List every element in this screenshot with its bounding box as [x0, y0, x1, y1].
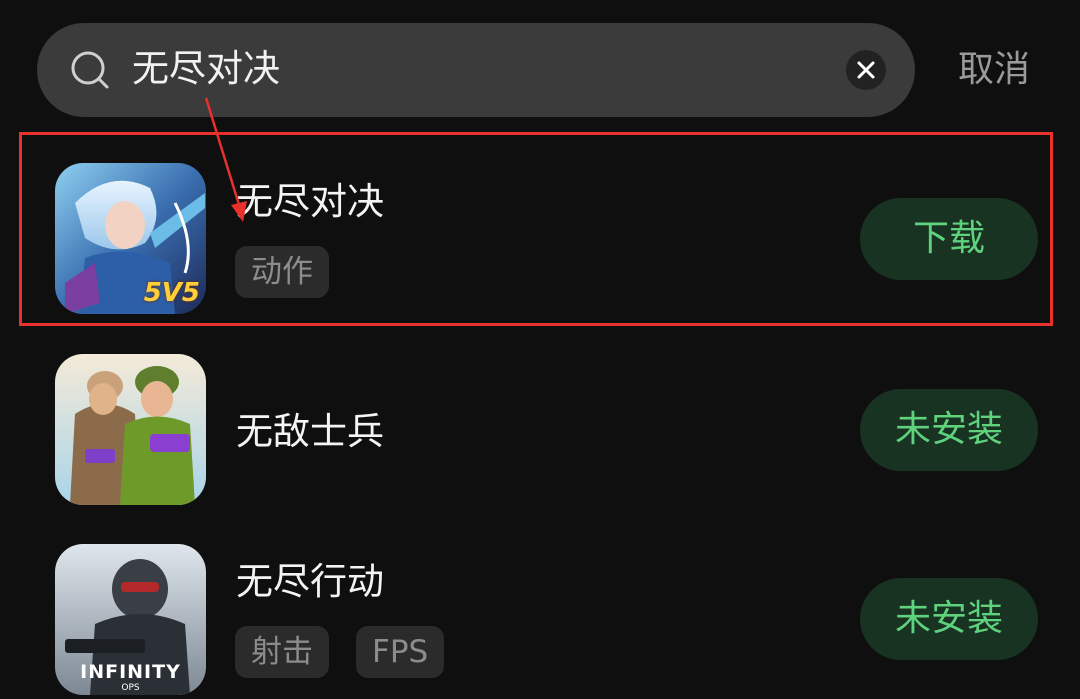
- app-name: 无尽对决: [236, 180, 384, 223]
- clear-search-button[interactable]: [846, 50, 886, 90]
- search-icon: [71, 51, 109, 89]
- app-name: 无尽行动: [236, 560, 384, 603]
- search-input[interactable]: 无尽对决: [132, 43, 280, 95]
- download-button[interactable]: 下载: [860, 198, 1038, 280]
- tag: FPS: [356, 626, 445, 678]
- not-installed-button[interactable]: 未安装: [860, 578, 1038, 660]
- mobile-legends-game-icon[interactable]: 5V5: [55, 163, 206, 314]
- infinity-ops-game-icon[interactable]: INFINITY OPS: [55, 544, 206, 695]
- not-installed-button[interactable]: 未安装: [860, 389, 1038, 471]
- tag: 射击: [235, 626, 329, 678]
- game-badge: 5V5: [143, 278, 200, 308]
- game-caption: INFINITY: [80, 661, 181, 683]
- app-name: 无敌士兵: [236, 410, 384, 453]
- cancel-button[interactable]: 取消: [958, 44, 1030, 96]
- game-subcaption: OPS: [121, 683, 140, 693]
- tag: 动作: [235, 246, 329, 298]
- soldiers-game-icon[interactable]: [55, 354, 206, 505]
- close-icon: [857, 61, 875, 79]
